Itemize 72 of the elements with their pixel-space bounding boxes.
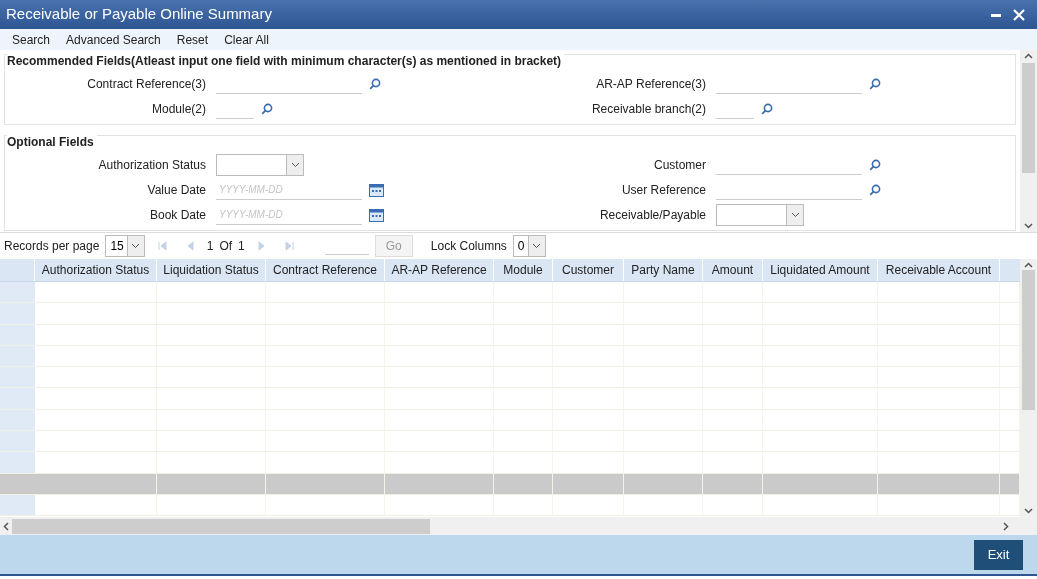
table-row[interactable]: [0, 473, 1020, 495]
caret-icon: [131, 243, 141, 249]
field-label: Customer: [653, 157, 707, 174]
scrollbar[interactable]: [1020, 50, 1037, 232]
field-label: Value Date: [146, 182, 207, 199]
page-total: 1: [238, 238, 245, 255]
search-icon[interactable]: [869, 78, 881, 90]
search-icon[interactable]: [869, 159, 881, 171]
section-title: Optional Fields: [7, 133, 97, 151]
caret-icon: [532, 243, 541, 249]
column-header[interactable]: Amount: [703, 259, 763, 281]
scroll-left-icon[interactable]: [3, 521, 9, 531]
column-header[interactable]: Authorization Status: [35, 259, 157, 281]
scroll-right-icon[interactable]: [1003, 521, 1009, 531]
records-label: Records per page: [4, 238, 100, 255]
field-label: Book Date: [148, 207, 207, 224]
table-row[interactable]: [0, 367, 1020, 389]
table-row[interactable]: [0, 388, 1020, 410]
field-label: Module(2): [150, 101, 207, 118]
search-icon[interactable]: [869, 184, 881, 196]
field-label: Contract Reference(3): [86, 76, 207, 93]
column-header[interactable]: AR-AP Reference: [385, 259, 494, 281]
table-row[interactable]: [0, 324, 1020, 346]
table-row[interactable]: [0, 409, 1020, 432]
last-page-icon[interactable]: [284, 241, 295, 251]
toolbar-button[interactable]: Advanced Search: [58, 30, 169, 49]
table-row[interactable]: [0, 452, 1020, 474]
scroll-up-icon[interactable]: [1024, 53, 1033, 59]
scroll-down-icon[interactable]: [1024, 508, 1033, 514]
first-page-icon[interactable]: [156, 241, 167, 251]
caret-icon: [790, 212, 800, 218]
table-row[interactable]: [0, 282, 1020, 304]
field-label: AR-AP Reference(3): [595, 76, 707, 93]
page-number: 1: [206, 238, 214, 255]
section-title: Recommended Fields(Atleast input one field with minimum character(s) as mentioned in bracket): [7, 52, 565, 70]
column-header[interactable]: Liquidated Amount: [763, 259, 878, 281]
field-label: Authorization Status: [97, 157, 207, 174]
close-icon: [1013, 9, 1025, 22]
column-header[interactable]: Liquidation Status: [157, 259, 266, 281]
column-header[interactable]: Customer: [553, 259, 624, 281]
page-size-select[interactable]: 15: [105, 235, 145, 257]
page-of-label: Of: [219, 238, 233, 255]
lock-columns-label: Lock Columns: [430, 238, 507, 255]
dropdown-field[interactable]: [216, 154, 304, 176]
table-row[interactable]: [0, 431, 1020, 453]
column-header[interactable]: Party Name: [624, 259, 703, 281]
caret-icon: [290, 162, 300, 168]
search-icon[interactable]: [761, 103, 773, 115]
search-icon[interactable]: [369, 78, 381, 90]
table-row[interactable]: [0, 303, 1020, 325]
toolbar-button[interactable]: Reset: [168, 30, 217, 49]
column-header[interactable]: Contract Reference: [266, 259, 385, 281]
horizontal-scrollbar[interactable]: [0, 517, 1037, 535]
scrollbar[interactable]: [1020, 259, 1037, 517]
table-row[interactable]: [0, 345, 1020, 368]
field-label: Receivable/Payable: [598, 207, 707, 224]
toolbar-button[interactable]: Search: [4, 30, 59, 49]
search-icon[interactable]: [261, 103, 273, 115]
page-size-select[interactable]: 0: [512, 235, 546, 257]
column-header[interactable]: Receivable Account: [878, 259, 1000, 281]
calendar-icon[interactable]: [369, 183, 384, 197]
toolbar-button[interactable]: Clear All: [216, 30, 277, 49]
scroll-up-icon[interactable]: [1024, 262, 1033, 268]
exit-button[interactable]: Exit: [974, 539, 1023, 570]
scroll-down-icon[interactable]: [1024, 223, 1033, 229]
dropdown-field[interactable]: [716, 204, 804, 226]
window-title: Receivable or Payable Online Summary: [6, 4, 273, 25]
field-label: User Reference: [620, 182, 707, 199]
next-page-icon[interactable]: [256, 241, 267, 251]
column-header[interactable]: Module: [494, 259, 553, 281]
field-label: Receivable branch(2): [590, 101, 707, 118]
calendar-icon[interactable]: [369, 208, 384, 222]
